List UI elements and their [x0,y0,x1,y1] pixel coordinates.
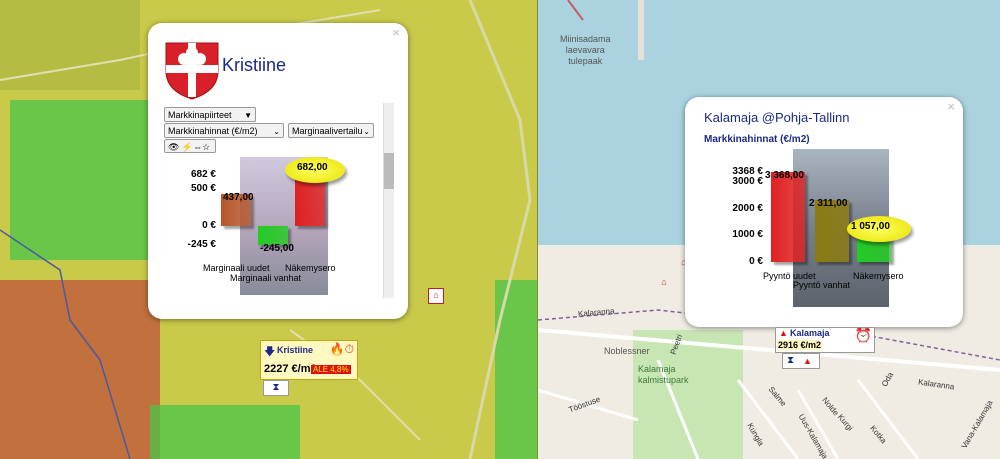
bar-value-label: 682,00 [297,162,328,173]
y-tick-label: -245 € [187,239,216,250]
kalamaja-marker[interactable]: ▲ Kalamaja ⏰ 2916 €/m2 [775,327,875,353]
kristiine-marker[interactable]: 🡇 Kristiine 🔥⏱ 2227 €/m2 ALE 4,8% [260,340,358,380]
chart-bar[interactable] [771,172,805,262]
y-tick-label: 500 € [190,182,216,194]
left-chart: 682 € 500 € 0 € -245 € 437,00 Marginaali uude… [148,23,408,319]
y-tick-label: 2000 € [732,202,763,214]
map-poi-icon[interactable]: ⌂ [658,276,670,288]
down-arrow-icon: 🡇 [264,346,276,358]
hourglass-button[interactable]: ⧗ [263,380,289,396]
map-label-noblessner: Noblessner [604,346,650,356]
map-label-harbor: Miinisadama laevavara tulepaak [560,34,611,66]
discount-badge: ALE 4,8% [311,365,351,374]
y-tick-label: 3000 € [732,175,763,187]
marker-name: Kalamaja [790,328,830,338]
right-chart: 3368 €3000 €2000 €1000 €0 €3 368,00 Pyynt… [685,97,963,327]
y-tick-label: 0 € [749,256,763,267]
hourglass-button[interactable]: ⧗ ▲ [782,353,820,369]
category-label: Marginaali vanhat [230,273,302,283]
fire-alarm-icons: 🔥⏱ [329,342,354,356]
chart-bar[interactable] [815,200,849,262]
category-label: Marginaali uudet [203,263,270,273]
house-icon[interactable]: ⌂ [428,288,444,304]
marker-price: 2227 €/m2 [264,363,317,375]
up-arrow-icon: ▲ [779,328,788,338]
category-label: Näkemysero [285,263,336,273]
marker-name: Kristiine [277,345,314,355]
bar-value-label: 2 311,00 [809,198,848,210]
kristiine-popup: × Kristiine Markkinapiirteet ▼ Markkinahi… [148,23,408,319]
hourglass-icon: ⧗ [787,355,795,366]
marker-price: 2916 €/m2 [777,340,823,350]
category-label: Pyyntö vanhat [793,280,851,290]
category-label: Näkemysero [853,271,904,281]
alarm-icon: ⏰ [854,327,872,343]
bar-value-label: 437,00 [223,191,254,203]
bar-value-label: 3 368,00 [765,170,804,181]
bar-value-label: 1 057,00 [851,220,890,232]
y-tick-label: 1000 € [732,229,763,241]
map-label-park: Kalamaja kalmistupark [638,364,689,385]
y-tick-label: 0 € [202,220,216,232]
bar-value-label: -245,00 [260,243,294,254]
kalamaja-popup: × Kalamaja @Pohja-Tallinn Markkinahinnat… [685,97,963,327]
y-tick-label: 682 € [190,169,216,180]
up-triangle-icon: ▲ [803,356,812,366]
